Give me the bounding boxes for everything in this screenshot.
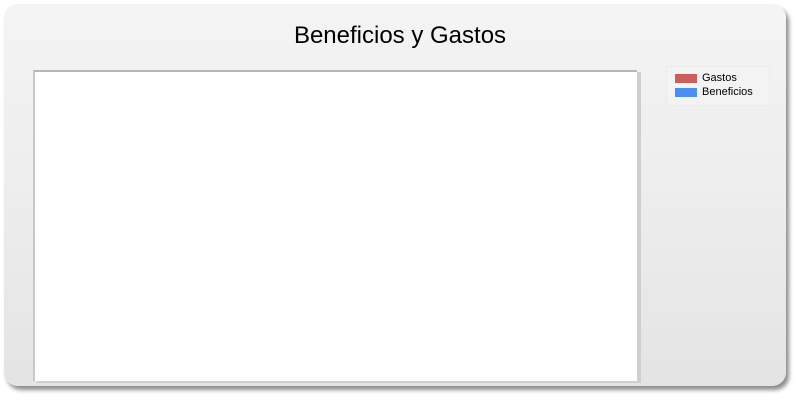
legend-item-beneficios: Beneficios	[675, 85, 753, 99]
legend-item-gastos: Gastos	[675, 71, 737, 85]
chart-frame: Beneficios y Gastos Gastos Beneficios	[4, 4, 786, 386]
legend: Gastos Beneficios	[666, 66, 770, 106]
legend-swatch-beneficios	[675, 87, 697, 97]
legend-label-beneficios: Beneficios	[702, 86, 753, 98]
plot-svg	[35, 72, 637, 381]
legend-swatch-gastos	[675, 73, 697, 83]
legend-label-gastos: Gastos	[702, 72, 737, 84]
chart-title: Beneficios y Gastos	[293, 22, 507, 49]
plot-area	[33, 70, 637, 381]
